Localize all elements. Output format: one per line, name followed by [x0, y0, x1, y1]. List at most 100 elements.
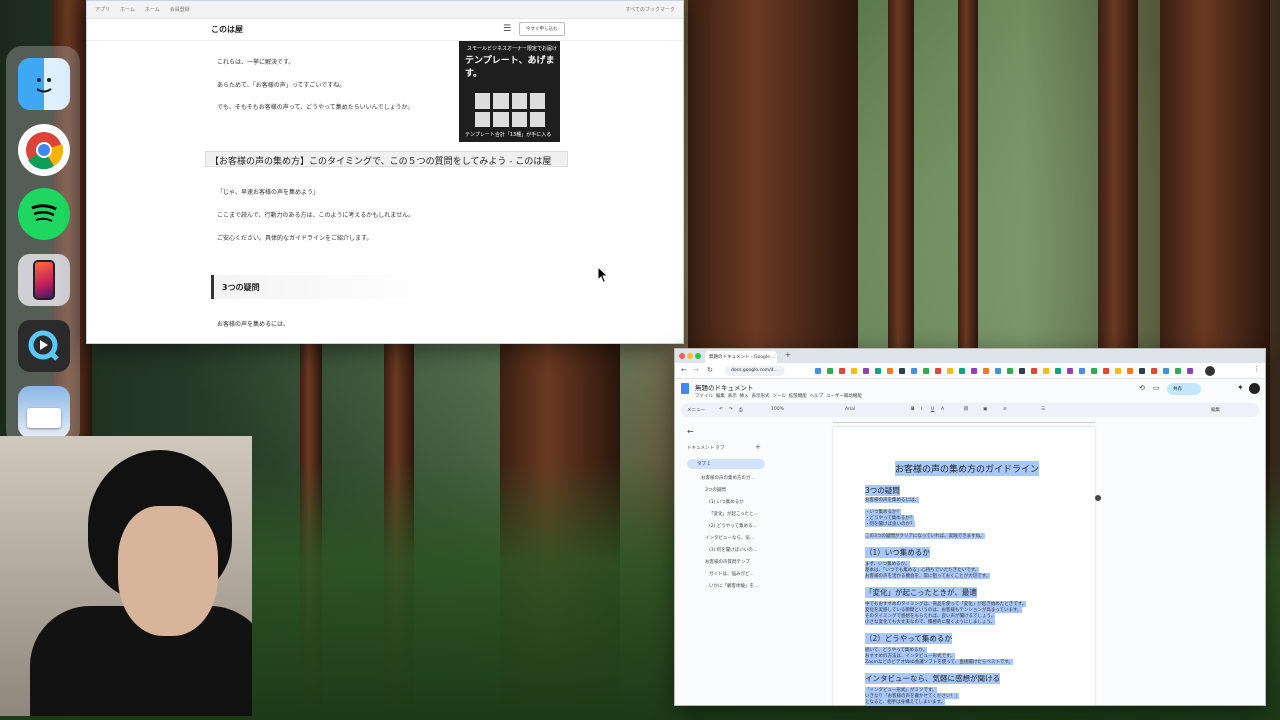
- extension-icon[interactable]: [1019, 368, 1025, 374]
- extension-icon[interactable]: [911, 368, 917, 374]
- list-icon[interactable]: ☰: [1041, 407, 1045, 412]
- extension-icon[interactable]: [1055, 368, 1061, 374]
- add-tab-icon[interactable]: +: [755, 443, 761, 451]
- extension-icon[interactable]: [923, 368, 929, 374]
- bookmark-item[interactable]: ホーム: [120, 6, 135, 13]
- template-ad-banner[interactable]: スモールビジネスオーナー限定でお届け テンプレート、あげます。 テンプレート合計…: [459, 41, 560, 142]
- profile-avatar[interactable]: [1205, 366, 1215, 376]
- back-arrow-icon[interactable]: ←: [687, 427, 694, 436]
- extension-icon[interactable]: [1043, 368, 1049, 374]
- scroll-anchor-icon[interactable]: [1095, 495, 1101, 501]
- extension-icon[interactable]: [1175, 368, 1181, 374]
- history-icon[interactable]: ⟲: [1139, 384, 1145, 392]
- tab-docs[interactable]: 無題のドキュメント - Google ...: [705, 351, 777, 363]
- extension-icon[interactable]: [1079, 368, 1085, 374]
- docs-logo-icon[interactable]: [681, 383, 689, 394]
- extension-icon[interactable]: [1187, 368, 1193, 374]
- extension-icon[interactable]: [839, 368, 845, 374]
- edit-mode-select[interactable]: 編集: [1211, 407, 1220, 413]
- site-title[interactable]: このは屋: [211, 24, 243, 35]
- forward-icon[interactable]: →: [693, 366, 699, 374]
- document-page[interactable]: お客様の声の集め方のガイドライン 3つの疑問 お客様の声を集めるには、 ・いつ集…: [833, 427, 1095, 705]
- extension-icon[interactable]: [815, 368, 821, 374]
- back-icon[interactable]: ←: [681, 366, 687, 374]
- italic-button[interactable]: I: [921, 407, 922, 412]
- bookmark-item[interactable]: 会員登録: [170, 6, 190, 13]
- extension-icon[interactable]: [1091, 368, 1097, 374]
- menus-search[interactable]: メニュー: [687, 407, 705, 413]
- preview-icon[interactable]: [18, 386, 70, 438]
- redo-icon[interactable]: ↷: [729, 407, 733, 412]
- apply-now-button[interactable]: 今すぐ申し込む: [519, 22, 565, 36]
- outline-item[interactable]: 3つの疑問: [705, 487, 726, 493]
- spotify-icon[interactable]: [18, 188, 70, 240]
- font-select[interactable]: Arial: [845, 407, 855, 412]
- extension-icon[interactable]: [899, 368, 905, 374]
- extension-icon[interactable]: [851, 368, 857, 374]
- outline-item[interactable]: ガイドは、悩みがど...: [709, 571, 754, 577]
- menu-extensions[interactable]: 拡張機能: [789, 394, 807, 399]
- extension-icon[interactable]: [1031, 368, 1037, 374]
- extension-icon[interactable]: [947, 368, 953, 374]
- extension-icon[interactable]: [1103, 368, 1109, 374]
- extension-icon[interactable]: [935, 368, 941, 374]
- outline-item[interactable]: 「変化」が起こったと...: [709, 511, 758, 517]
- outline-item[interactable]: (1) いつ集めるか: [709, 499, 744, 505]
- outline-item[interactable]: お客様の声の集め方のガ...: [701, 475, 755, 481]
- bold-button[interactable]: B: [911, 407, 914, 412]
- new-tab-icon[interactable]: +: [785, 351, 791, 359]
- minimize-window-button[interactable]: [687, 353, 693, 359]
- menu-edit[interactable]: 編集: [716, 394, 725, 399]
- extension-icon[interactable]: [995, 368, 1001, 374]
- extension-icon[interactable]: [1007, 368, 1013, 374]
- extension-icon[interactable]: [1139, 368, 1145, 374]
- document-title[interactable]: 無題のドキュメント: [695, 382, 754, 392]
- outline-item[interactable]: お客様の声質問テンプ: [705, 559, 750, 565]
- extension-icon[interactable]: [983, 368, 989, 374]
- text-color-icon[interactable]: A: [941, 407, 944, 412]
- image-icon[interactable]: ▣: [983, 407, 987, 412]
- extension-icon[interactable]: [1115, 368, 1121, 374]
- extension-icon[interactable]: [1163, 368, 1169, 374]
- finder-icon[interactable]: [18, 58, 70, 110]
- link-icon[interactable]: ⛓: [963, 407, 969, 412]
- underline-button[interactable]: U: [931, 407, 934, 412]
- extension-icon[interactable]: [1067, 368, 1073, 374]
- iphone-mirroring-icon[interactable]: [18, 254, 70, 306]
- extension-icon[interactable]: [887, 368, 893, 374]
- extension-icon[interactable]: [875, 368, 881, 374]
- extension-icon[interactable]: [827, 368, 833, 374]
- extension-icon[interactable]: [1127, 368, 1133, 374]
- print-icon[interactable]: ⎙: [739, 407, 743, 413]
- close-window-button[interactable]: [679, 353, 685, 359]
- zoom-select[interactable]: 100%: [771, 407, 784, 412]
- bookmark-item[interactable]: アプリ: [95, 6, 110, 13]
- outline-item[interactable]: (2) どうやって集める...: [709, 523, 757, 529]
- extension-icon[interactable]: [959, 368, 965, 374]
- menu-tools[interactable]: ツール: [772, 394, 786, 399]
- reload-icon[interactable]: ↻: [707, 366, 713, 374]
- menu-file[interactable]: ファイル: [695, 394, 713, 399]
- menu-format[interactable]: 表示形式: [752, 394, 770, 399]
- menu-insert[interactable]: 挿入: [740, 394, 749, 399]
- extension-icon[interactable]: [971, 368, 977, 374]
- outline-item[interactable]: インタビューなら、気...: [705, 535, 754, 541]
- url-input[interactable]: docs.google.com/d...: [725, 366, 785, 376]
- extension-icon[interactable]: [863, 368, 869, 374]
- comment-icon[interactable]: ▭: [1153, 384, 1160, 392]
- chrome-menu-icon[interactable]: ⋮: [1253, 365, 1260, 373]
- maximize-window-button[interactable]: [695, 353, 701, 359]
- account-avatar[interactable]: [1249, 383, 1260, 394]
- outline-item[interactable]: (3) 何を聞けばいいの...: [709, 547, 757, 553]
- undo-icon[interactable]: ↶: [719, 407, 723, 412]
- menu-accessibility[interactable]: ユーザー補助機能: [826, 394, 862, 399]
- chrome-icon[interactable]: [18, 124, 70, 176]
- sidebar-tab-1[interactable]: タブ 1: [687, 459, 765, 469]
- gemini-icon[interactable]: ✦: [1237, 383, 1244, 392]
- align-icon[interactable]: ≡: [1003, 407, 1007, 412]
- extension-icon[interactable]: [1151, 368, 1157, 374]
- menu-view[interactable]: 表示: [728, 394, 737, 399]
- hamburger-menu-icon[interactable]: ☰: [503, 24, 511, 34]
- all-bookmarks[interactable]: すべてのブックマーク: [626, 6, 675, 13]
- outline-item[interactable]: いかに「顧客体験」を...: [709, 583, 758, 589]
